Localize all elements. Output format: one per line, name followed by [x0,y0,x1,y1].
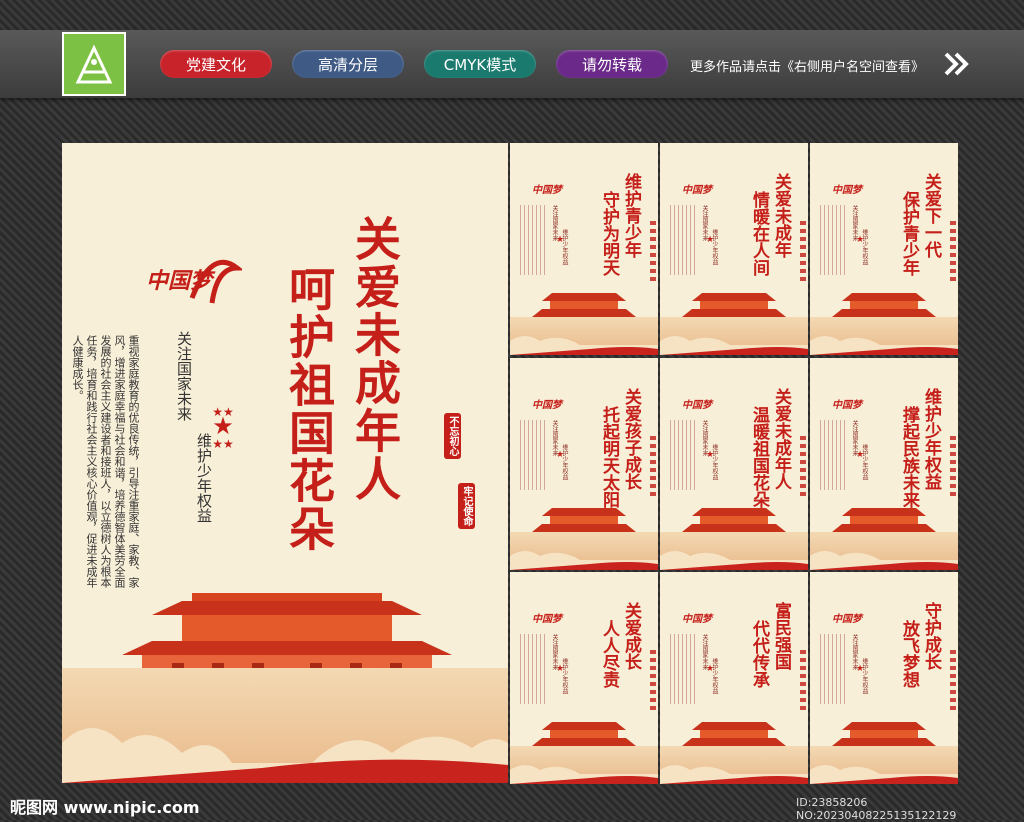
text-lines [800,436,806,496]
small-poster: 中国梦 关爱下一代 保护青少年 关注国家未来 维护少年权益 ★ [810,143,958,355]
body-paragraph: 重视家庭教育的优良传统，引导注重家庭、家教、家风，增进家庭幸福与社会和谐，培养德… [71,335,140,588]
small-poster: 中国梦 富民强国 代代传承 关注国家未来 维护少年权益 ★ [660,572,808,784]
text-lines [800,221,806,281]
small-title-col2: 放飞梦想 [899,620,919,688]
china-dream-logo: 中国梦 [682,185,712,196]
cloud-decoration [660,336,808,355]
china-dream-logo: 中国梦 [532,614,562,625]
tag-cmyk[interactable]: CMYK模式 [424,50,536,78]
cloud-decoration [660,765,808,784]
tag-hd-layers[interactable]: 高清分层 [292,50,404,78]
tag-party-culture[interactable]: 党建文化 [160,50,272,78]
pen-nib-icon [75,44,113,84]
cloud-decoration [510,765,658,784]
text-lines [670,420,696,490]
image-id: ID:23858206 NO:20230408225135122129 [796,796,957,822]
small-title-col2: 守护为明天 [599,191,619,276]
watermark: 昵图网 www.nipic.com [10,798,200,817]
china-dream-logo: 中国梦 [532,185,562,196]
cloud-decoration [810,765,958,784]
star-icon: ★ [556,450,565,460]
china-dream-logo: 中国梦 [532,400,562,411]
china-dream-logo: 中国梦 [832,400,862,411]
star-icon: ★ [856,664,865,674]
star-icon: ★ [706,664,715,674]
small-title-col1: 关爱孩子成长 [621,388,641,490]
star-icon: ★ [706,235,715,245]
star-icon: ★★ [212,437,234,451]
small-title-col1: 守护成长 [921,602,941,670]
text-lines [520,634,546,704]
text-lines [800,650,806,710]
small-poster: 中国梦 维护少年权益 撑起民族未来 关注国家未来 维护少年权益 ★ [810,358,958,570]
small-title-col2: 托起明天太阳 [599,406,619,508]
small-poster: 中国梦 关爱成长 人人尽责 关注国家未来 维护少年权益 ★ [510,572,658,784]
china-dream-logo: 中国梦 [682,400,712,411]
main-title-col1: 关爱未成年人 [348,215,402,503]
stars-decoration: ★★ ★ ★★ [208,405,238,451]
cloud-decoration [510,336,658,355]
china-dream-logo: 中国梦 [832,614,862,625]
small-title-col1: 关爱成长 [621,602,641,670]
star-icon: ★ [856,235,865,245]
text-lines [520,205,546,275]
tag-no-repost[interactable]: 请勿转载 [556,50,668,78]
promo-text[interactable]: 更多作品请点击《右侧用户名空间查看》 [690,56,924,75]
small-title-col2: 代代传承 [749,620,769,688]
slogan-col1: 关注国家未来 [175,331,193,421]
small-title-col1: 关爱未成年 [771,173,791,258]
text-lines [650,436,656,496]
small-title-col1: 关爱未成年人 [771,388,791,490]
star-icon: ★ [856,450,865,460]
text-lines [520,420,546,490]
cloud-decoration [810,551,958,570]
double-arrow-icon[interactable] [944,52,970,76]
small-title-col2: 保护青少年 [899,191,919,276]
small-title-col1: 关爱下一代 [921,173,941,258]
main-poster: 中国梦 关爱未成年人 呵护祖国花朵 关注国家未来 维护少年权益 ★★ ★ ★★ … [62,143,508,783]
star-icon: ★ [556,664,565,674]
cloud-decoration [810,336,958,355]
small-title-col2: 温暖祖国花朵 [749,406,769,508]
small-poster: 中国梦 维护青少年 守护为明天 关注国家未来 维护少年权益 ★ [510,143,658,355]
text-lines [670,634,696,704]
text-lines [670,205,696,275]
small-title-col2: 情暖在人间 [749,191,769,276]
cloud-decoration [660,551,808,570]
cloud-decoration [62,728,508,783]
main-title-col2: 呵护祖国花朵 [282,265,336,553]
star-icon: ★ [706,450,715,460]
small-poster: 中国梦 守护成长 放飞梦想 关注国家未来 维护少年权益 ★ [810,572,958,784]
china-dream-logo: 中国梦 [832,185,862,196]
text-lines [650,221,656,281]
footer: 昵图网 www.nipic.com ID:23858206 NO:2023040… [0,786,1024,822]
ribbon-icon [189,259,242,304]
small-poster: 中国梦 关爱未成年人 温暖祖国花朵 关注国家未来 维护少年权益 ★ [660,358,808,570]
small-poster: 中国梦 关爱孩子成长 托起明天太阳 关注国家未来 维护少年权益 ★ [510,358,658,570]
cloud-decoration [510,551,658,570]
site-logo[interactable] [62,32,126,96]
text-lines [950,221,956,281]
star-icon: ★ [556,235,565,245]
small-title-col1: 富民强国 [771,602,791,670]
small-title-col1: 维护少年权益 [921,388,941,490]
small-title-col2: 人人尽责 [599,620,619,688]
stamp-not-forget: 不忘初心 [444,413,461,459]
china-dream-logo: 中国梦 [682,614,712,625]
text-lines [820,205,846,275]
text-lines [820,634,846,704]
star-icon: ★ [212,412,234,440]
small-title-col2: 撑起民族未来 [899,406,919,508]
text-lines [650,650,656,710]
text-lines [950,650,956,710]
stamp-remember: 牢记使命 [458,483,475,529]
text-lines [820,420,846,490]
small-title-col1: 维护青少年 [621,173,641,258]
small-poster: 中国梦 关爱未成年 情暖在人间 关注国家未来 维护少年权益 ★ [660,143,808,355]
text-lines [950,436,956,496]
